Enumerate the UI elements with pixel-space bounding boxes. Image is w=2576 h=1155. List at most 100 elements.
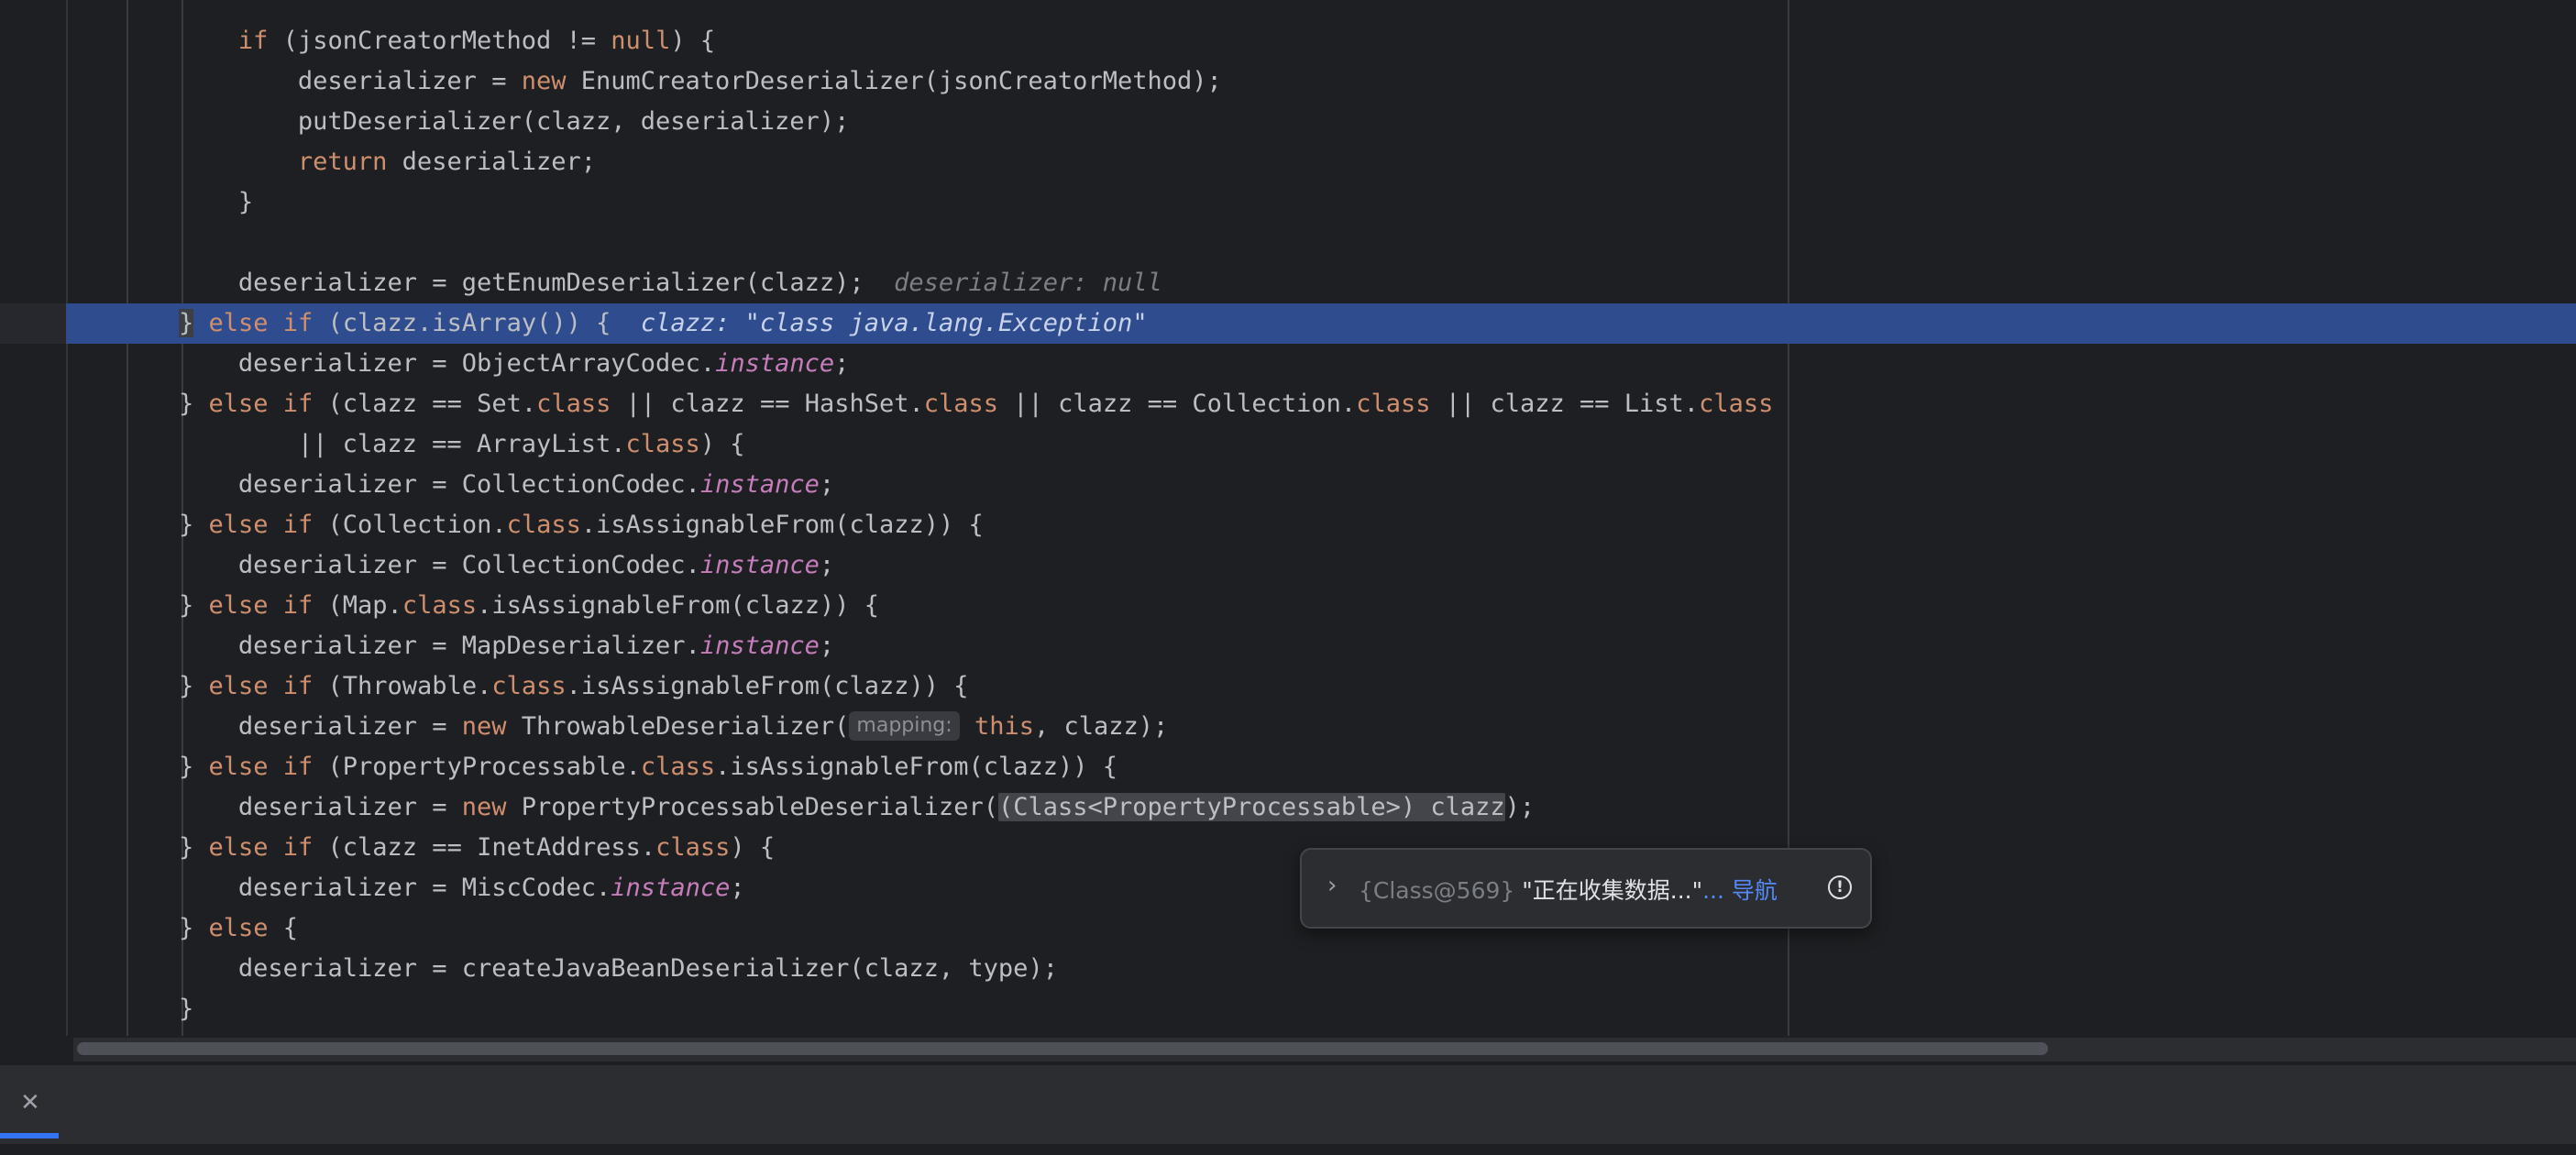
code-line[interactable]: } else if (Map.class.isAssignableFrom(cl… <box>66 586 2576 626</box>
code-line[interactable]: putDeserializer(clazz, deserializer); <box>66 102 2576 142</box>
code-line[interactable]: } <box>66 989 2576 1029</box>
code-token: } <box>178 591 209 620</box>
horizontal-scrollbar[interactable] <box>73 1038 2576 1062</box>
code-token: , clazz); <box>1033 712 1169 741</box>
code-line[interactable]: } <box>66 182 2576 223</box>
code-token: class <box>491 672 567 700</box>
code-token: ) { <box>730 833 776 862</box>
code-token: ); <box>1504 793 1536 821</box>
navigate-link[interactable]: ... 导航 <box>1702 877 1778 904</box>
code-token: deserializer = <box>237 712 462 741</box>
info-circle-icon[interactable]: ! <box>1828 875 1852 899</box>
code-token: ThrowableDeserializer( <box>506 712 850 741</box>
code-token: new <box>521 67 567 95</box>
code-token: null <box>611 27 671 55</box>
code-line[interactable]: deserializer = MapDeserializer.instance; <box>66 626 2576 666</box>
code-token: deserializer = ObjectArrayCodec. <box>237 349 716 378</box>
code-token: || clazz == ArrayList. <box>297 430 626 458</box>
code-token: deserializer = createJavaBeanDeserialize… <box>237 954 1058 983</box>
code-token: ; <box>819 470 835 499</box>
editor-gutter[interactable] <box>0 0 68 1036</box>
code-line[interactable]: || clazz == ArrayList.class) { <box>66 424 2576 465</box>
code-line[interactable]: } else if (Collection.class.isAssignable… <box>66 505 2576 545</box>
debug-value-popup[interactable]: › {Class@569} "正在收集数据..."... 导航 ! <box>1300 848 1872 929</box>
code-token: deserializer = CollectionCodec. <box>237 551 700 579</box>
code-token: } <box>178 511 209 539</box>
code-token: instance <box>699 470 820 499</box>
code-line[interactable]: deserializer = CollectionCodec.instance; <box>66 465 2576 505</box>
code-token: instance <box>699 632 820 660</box>
code-token: } <box>178 753 209 781</box>
bottom-tool-window: ✕ <box>0 1063 2576 1155</box>
code-token: .isAssignableFrom(clazz)) { <box>566 672 969 700</box>
code-token: .isAssignableFrom(clazz)) { <box>715 753 1118 781</box>
code-token: instance <box>715 349 835 378</box>
code-token: else if <box>208 672 314 700</box>
code-token: class <box>1356 390 1431 418</box>
code-token: else if <box>208 390 314 418</box>
gutter-current-line <box>0 303 66 344</box>
code-token: } <box>178 914 209 942</box>
code-token: class <box>536 390 611 418</box>
code-line[interactable]: deserializer = new ThrowableDeserializer… <box>66 707 2576 747</box>
code-token: (PropertyProcessable. <box>313 753 641 781</box>
code-line[interactable]: if (jsonCreatorMethod != null) { <box>66 21 2576 61</box>
code-line[interactable]: deserializer = createJavaBeanDeserialize… <box>66 949 2576 989</box>
code-token: { <box>268 914 299 942</box>
code-token: ; <box>819 551 835 579</box>
scrollbar-thumb[interactable] <box>77 1042 2048 1055</box>
code-token: else if <box>208 511 314 539</box>
code-line[interactable]: deserializer = CollectionCodec.instance; <box>66 545 2576 586</box>
code-line-current[interactable]: } else if (clazz.isArray()) { clazz: "cl… <box>66 303 2576 344</box>
code-line[interactable]: return deserializer; <box>66 142 2576 182</box>
code-line[interactable]: deserializer = new PropertyProcessableDe… <box>66 787 2576 828</box>
code-token: || clazz == Collection. <box>998 390 1357 418</box>
code-line[interactable] <box>66 223 2576 263</box>
code-line[interactable]: deserializer = getEnumDeserializer(clazz… <box>66 263 2576 303</box>
chevron-right-icon[interactable]: › <box>1327 872 1337 899</box>
parameter-hint-chip: mapping: <box>849 711 960 741</box>
value-text: "正在收集数据..." <box>1522 877 1703 904</box>
code-token: ) { <box>670 27 716 55</box>
code-editor[interactable]: if (jsonCreatorMethod != null) {deserial… <box>0 0 2576 1036</box>
code-token: else <box>208 914 269 942</box>
close-icon[interactable]: ✕ <box>20 1089 40 1116</box>
code-token: deserializer = CollectionCodec. <box>237 470 700 499</box>
code-token: } <box>178 309 194 337</box>
code-token: return <box>297 148 388 176</box>
code-token: class <box>923 390 999 418</box>
code-token: deserializer; <box>387 148 596 176</box>
code-line[interactable]: } else if (Throwable.class.isAssignableF… <box>66 666 2576 707</box>
code-token: instance <box>699 551 820 579</box>
code-token: instance <box>611 874 731 902</box>
code-token: .isAssignableFrom(clazz)) { <box>580 511 984 539</box>
code-token: class <box>506 511 581 539</box>
code-token: else if <box>208 753 314 781</box>
code-token: class <box>655 833 731 862</box>
code-token: else if <box>208 591 314 620</box>
code-token: ; <box>834 349 850 378</box>
code-token: if <box>237 27 269 55</box>
code-token: } <box>178 390 209 418</box>
code-token: this <box>974 712 1034 741</box>
code-token: EnumCreatorDeserializer(jsonCreatorMetho… <box>566 67 1222 95</box>
value-type-label: {Class@569} <box>1359 877 1515 904</box>
code-line[interactable]: deserializer = new EnumCreatorDeserializ… <box>66 61 2576 102</box>
code-token: PropertyProcessableDeserializer( <box>506 793 998 821</box>
code-token: } <box>237 188 254 216</box>
code-token: class <box>625 430 700 458</box>
code-token: ; <box>730 874 745 902</box>
popup-content: {Class@569} "正在收集数据..."... 导航 <box>1359 873 1778 906</box>
code-token: class <box>640 753 716 781</box>
code-line[interactable]: } else if (clazz == Set.class || clazz =… <box>66 384 2576 424</box>
code-token: putDeserializer(clazz, deserializer); <box>297 107 850 136</box>
code-token: class <box>1699 390 1774 418</box>
code-line[interactable]: deserializer = ObjectArrayCodec.instance… <box>66 344 2576 384</box>
code-token: (Throwable. <box>313 672 492 700</box>
status-bar <box>0 1144 2576 1155</box>
code-token: || clazz == List. <box>1430 390 1700 418</box>
code-token: new <box>461 712 507 741</box>
code-token: class <box>402 591 478 620</box>
code-line[interactable]: } else if (PropertyProcessable.class.isA… <box>66 747 2576 787</box>
